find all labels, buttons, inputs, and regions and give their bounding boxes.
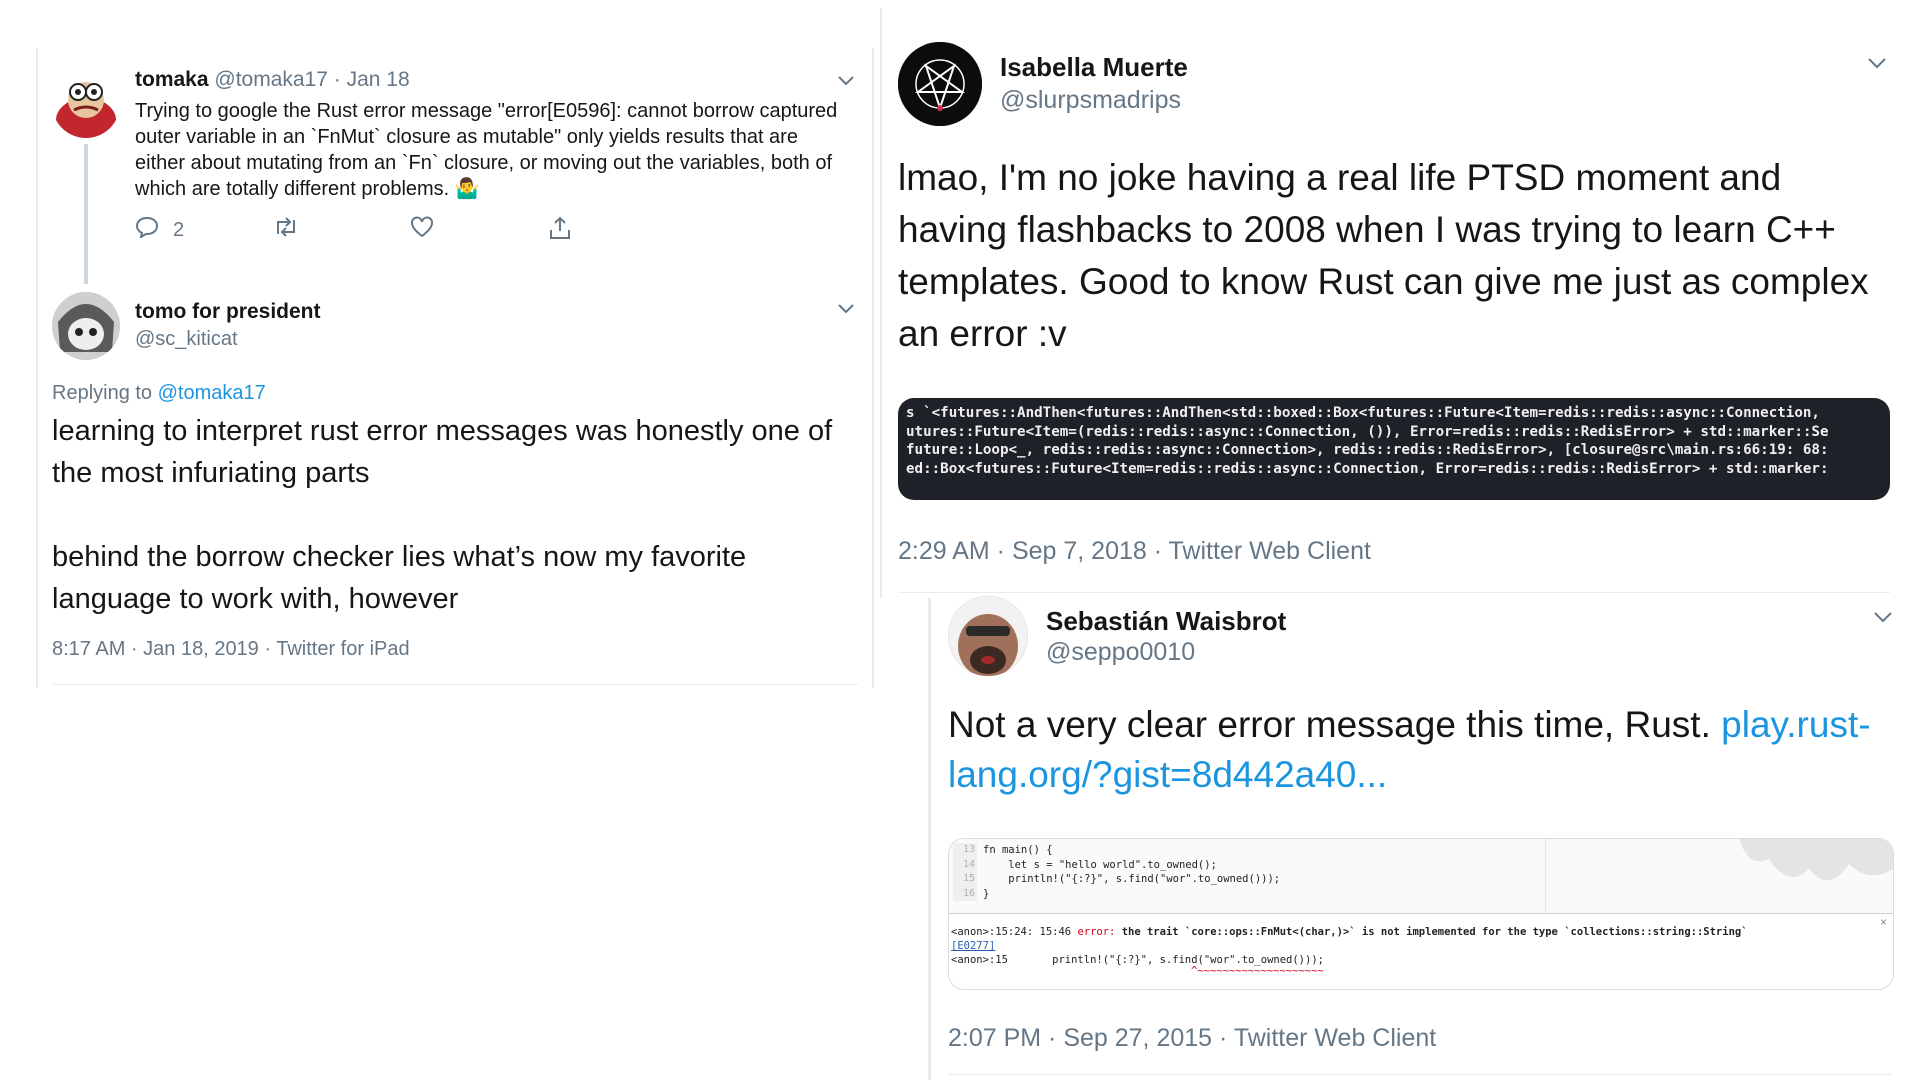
- replying-prefix: Replying to: [52, 382, 158, 404]
- code-line: s `<futures::AndThen<futures::AndThen<st…: [906, 405, 1820, 421]
- reply-count: 2: [173, 218, 185, 241]
- handle[interactable]: @tomaka17: [214, 68, 328, 91]
- retweet-button[interactable]: [272, 216, 300, 244]
- like-button[interactable]: [410, 216, 434, 244]
- tweet-text: Not a very clear error message this time…: [948, 700, 1888, 800]
- chevron-down-icon[interactable]: [1874, 612, 1892, 624]
- tweet-text-para1: learning to interpret rust error message…: [52, 415, 833, 489]
- tweet-text-body: Not a very clear error message this time…: [948, 704, 1722, 745]
- tweet-meta[interactable]: 2:07 PM · Sep 27, 2015 · Twitter Web Cli…: [948, 1024, 1436, 1053]
- error-word: error:: [1077, 926, 1116, 938]
- error-squiggle: ^~~~~~~~~~~~~~~~~~~~~: [1191, 965, 1324, 977]
- playground-image[interactable]: 13 14 15 16 fn main() { let s = "hello w…: [948, 838, 1894, 990]
- replying-to-link[interactable]: @tomaka17: [158, 382, 266, 404]
- reply-icon: [135, 216, 159, 244]
- handle[interactable]: @seppo0010: [1046, 638, 1195, 667]
- thread-line: [84, 144, 88, 284]
- display-name[interactable]: Isabella Muerte: [1000, 52, 1188, 83]
- tweet-text-para2: behind the borrow checker lies what’s no…: [52, 541, 747, 615]
- error-code-link[interactable]: [E0277]: [951, 939, 1881, 953]
- error-location: <anon>:15:24: 15:46: [951, 926, 1078, 938]
- editor-gutter-line: [1545, 839, 1546, 913]
- output-divider: [949, 913, 1893, 914]
- source-code: fn main() { let s = "hello world".to_own…: [983, 843, 1280, 901]
- avatar-tomaka[interactable]: [52, 70, 120, 138]
- tweet-date[interactable]: · Jan 18: [334, 68, 410, 91]
- code-line: let s = "hello world".to_owned();: [983, 858, 1217, 871]
- code-line: ed::Box<futures::Future<Item=redis::redi…: [906, 460, 1829, 477]
- tweet-bottom-divider: [898, 592, 1890, 593]
- chevron-down-icon[interactable]: [838, 76, 854, 88]
- line-number: 13: [962, 844, 975, 855]
- tweet-meta[interactable]: 8:17 AM · Jan 18, 2019 · Twitter for iPa…: [52, 638, 410, 661]
- display-name[interactable]: Sebastián Waisbrot: [1046, 606, 1286, 637]
- editor-area: 13 14 15 16 fn main() { let s = "hello w…: [949, 839, 1893, 913]
- code-line: utures::Future<Item=(redis::redis::async…: [906, 423, 1829, 440]
- replying-to: Replying to @tomaka17: [52, 382, 266, 405]
- tweet-text: lmao, I'm no joke having a real life PTS…: [898, 157, 1869, 354]
- retweet-icon: [272, 216, 300, 244]
- error-message: the trait `core::ops::FnMut<(char,)>` is…: [1115, 926, 1748, 938]
- left-panel-right-border: [872, 48, 874, 688]
- right-panel-border: [880, 8, 882, 598]
- line-number: 14: [962, 858, 975, 870]
- code-line: future::Loop<_, redis::redis::async::Con…: [906, 442, 1829, 458]
- anon-line: <anon>:15 println!("{:?}", s.find("wor".…: [951, 954, 1324, 966]
- tweet-bottom-divider: [948, 1074, 1892, 1075]
- code-line: }: [983, 887, 990, 900]
- code-line: println!("{:?}", s.find("wor".to_owned()…: [983, 873, 1281, 885]
- tweet-text: Trying to google the Rust error message …: [135, 100, 838, 200]
- code-image[interactable]: s `<futures::AndThen<futures::AndThen<st…: [898, 398, 1890, 500]
- pentagram-icon: [898, 42, 982, 126]
- tweet-meta[interactable]: 2:29 AM · Sep 7, 2018 · Twitter Web Clie…: [898, 537, 1371, 566]
- avatar-sebastian[interactable]: [948, 596, 1028, 676]
- avatar-isabella[interactable]: [898, 42, 982, 126]
- decorative-splash: [1739, 839, 1893, 881]
- share-icon: [548, 216, 572, 246]
- chevron-down-icon[interactable]: [1868, 58, 1886, 70]
- tweet-header: tomaka @tomaka17 · Jan 18: [135, 68, 410, 92]
- line-numbers: 13 14 15 16: [953, 843, 977, 901]
- line-number: 15: [962, 873, 975, 884]
- handle[interactable]: @sc_kiticat: [135, 328, 238, 351]
- close-icon[interactable]: ×: [1880, 915, 1887, 929]
- output-area: <anon>:15:24: 15:46 error: the trait `co…: [951, 925, 1881, 977]
- tweet-bottom-divider: [52, 684, 858, 685]
- display-name[interactable]: tomaka: [135, 68, 209, 91]
- handle[interactable]: @slurpsmadrips: [1000, 86, 1181, 115]
- left-panel-border: [36, 48, 38, 688]
- chevron-down-icon[interactable]: [838, 304, 854, 316]
- nested-left-border: [928, 598, 931, 1080]
- reply-button[interactable]: 2: [135, 216, 184, 244]
- display-name[interactable]: tomo for president: [135, 300, 321, 324]
- avatar-tomo[interactable]: [52, 292, 120, 360]
- error-line: <anon>:15:24: 15:46 error: the trait `co…: [951, 925, 1881, 939]
- code-line: fn main() {: [983, 844, 1053, 856]
- like-icon: [410, 216, 434, 244]
- share-button[interactable]: [548, 216, 572, 246]
- line-number: 16: [962, 887, 975, 899]
